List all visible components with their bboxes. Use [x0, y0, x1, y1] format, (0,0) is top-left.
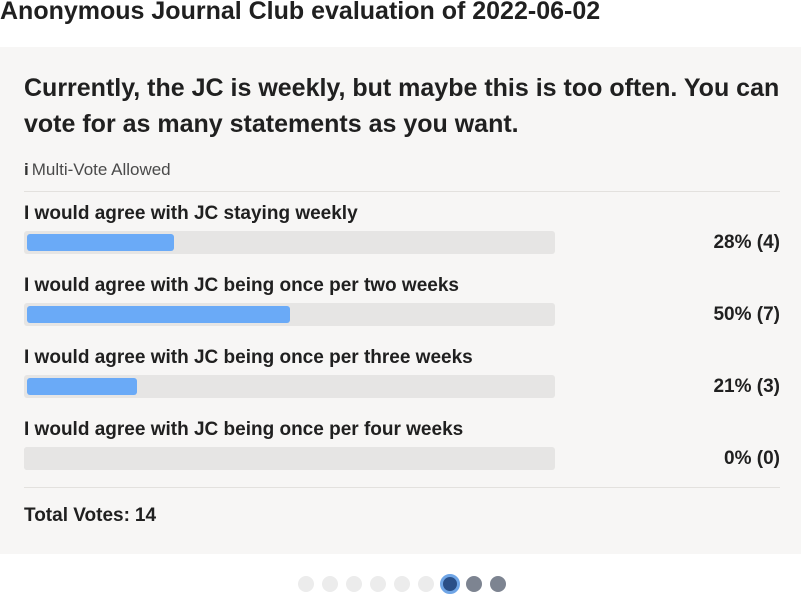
option-label: I would agree with JC being once per two… [24, 275, 459, 296]
option-result: 0% (0) [724, 448, 780, 469]
result-bar-track [24, 303, 555, 326]
pagination-dot[interactable] [490, 576, 506, 592]
result-bar-fill [24, 447, 33, 470]
result-bar-fill [27, 234, 174, 251]
pagination-dot-active[interactable] [440, 574, 460, 594]
poll-option[interactable]: I would agree with JC being once per two… [24, 275, 780, 331]
multi-vote-label: Multi-Vote Allowed [31, 160, 171, 179]
option-label: I would agree with JC being once per thr… [24, 347, 473, 368]
divider [24, 191, 780, 192]
pagination-dot[interactable] [466, 576, 482, 592]
option-result: 21% (3) [713, 376, 780, 397]
pagination-dot[interactable] [298, 576, 314, 592]
total-votes-count: 14 [134, 505, 157, 526]
pagination-dot[interactable] [322, 576, 338, 592]
total-votes: Total Votes: 14 [24, 505, 161, 527]
option-label: I would agree with JC staying weekly [24, 203, 358, 224]
option-label: I would agree with JC being once per fou… [24, 419, 464, 440]
pagination-dot[interactable] [418, 576, 434, 592]
poll-card: Currently, the JC is weekly, but maybe t… [0, 47, 801, 554]
info-icon: i [24, 160, 29, 179]
result-bar-track [24, 375, 555, 398]
pagination-dot[interactable] [346, 576, 362, 592]
option-result: 28% (4) [713, 232, 780, 253]
poll-option[interactable]: I would agree with JC staying weekly 28%… [24, 203, 780, 259]
poll-question: Currently, the JC is weekly, but maybe t… [24, 74, 780, 138]
result-bar-track [24, 447, 555, 470]
result-bar-fill [27, 378, 137, 395]
divider [24, 487, 780, 488]
pagination-dot[interactable] [394, 576, 410, 592]
pagination-dot[interactable] [370, 576, 386, 592]
page-title: Anonymous Journal Club evaluation of 202… [0, 0, 601, 25]
result-bar-fill [27, 306, 290, 323]
pagination-dots [298, 574, 506, 594]
option-result: 50% (7) [713, 304, 780, 325]
result-bar-track [24, 231, 555, 254]
total-votes-label: Total Votes: [24, 505, 130, 526]
poll-option[interactable]: I would agree with JC being once per thr… [24, 347, 780, 403]
poll-option[interactable]: I would agree with JC being once per fou… [24, 419, 780, 475]
multi-vote-notice: i Multi-Vote Allowed [24, 160, 171, 180]
